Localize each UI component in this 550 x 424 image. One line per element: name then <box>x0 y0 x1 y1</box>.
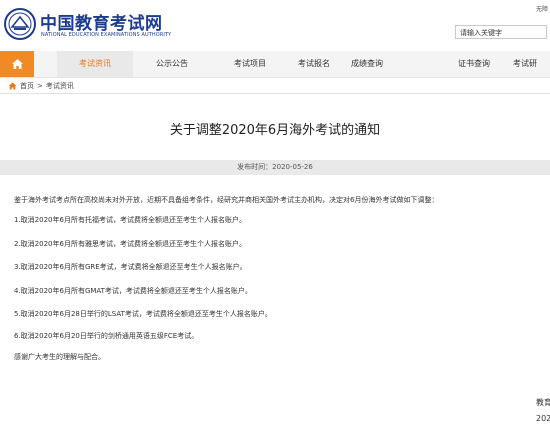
site-name-english: NATIONAL EDUCATION EXAMINATIONS AUTHORIT… <box>41 32 172 38</box>
breadcrumb-current[interactable]: 考试资讯 <box>46 81 74 91</box>
divider <box>0 93 550 94</box>
article-item: 2.取消2020年6月所有雅思考试，考试费将全额退还至考生个人报名账户。 <box>14 240 246 248</box>
nav-item-news[interactable]: 考试资讯 <box>57 51 133 77</box>
publish-date: 发布时间：2020-05-26 <box>0 160 550 175</box>
nav-item-announcements[interactable]: 公示公告 <box>134 51 210 77</box>
article-item: 3.取消2020年6月所有GRE考试，考试费将全额退还至考生个人报名账户。 <box>14 263 247 271</box>
signature-date: 202 <box>536 414 550 423</box>
nav-home-button[interactable] <box>0 51 34 77</box>
site-name[interactable]: 中国教育考试网 <box>40 9 163 34</box>
nav-item-research[interactable]: 考试研 <box>510 51 550 77</box>
breadcrumb-home-icon <box>8 82 17 90</box>
article-item: 5.取消2020年6月28日举行的LSAT考试，考试费将全额退还至考生个人报名账… <box>14 310 272 318</box>
article-item: 1.取消2020年6月所有托福考试，考试费将全额退还至考生个人报名账户。 <box>14 216 246 224</box>
logo-seal-icon <box>4 8 36 40</box>
article-item: 4.取消2020年6月所有GMAT考试，考试费将全额退还至考生个人报名账户。 <box>14 287 252 295</box>
accessibility-link[interactable]: 无障 <box>536 4 548 13</box>
site-header: 中国教育考试网 NATIONAL EDUCATION EXAMINATIONS … <box>0 0 550 48</box>
search-input[interactable]: 请输入关键字 <box>455 25 547 39</box>
breadcrumb: 首页 > 考试资讯 <box>8 80 74 92</box>
nav-item-certificate-query[interactable]: 证书查询 <box>436 51 512 77</box>
breadcrumb-separator: > <box>37 82 43 90</box>
article-item: 6.取消2020年6月20日举行的剑桥通用英语五级FCE考试。 <box>14 332 199 340</box>
article-title: 关于调整2020年6月海外考试的通知 <box>169 123 381 138</box>
home-icon <box>11 59 23 69</box>
breadcrumb-home-link[interactable]: 首页 <box>20 81 34 91</box>
signature-org: 教育 <box>536 398 550 407</box>
nav-item-score-query[interactable]: 成绩查询 <box>329 51 405 77</box>
article-closing: 感谢广大考生的理解与配合。 <box>14 353 105 361</box>
article-intro: 鉴于海外考试考点所在高校尚未对外开放，近期不具备组考条件，经研究并商相关国外考试… <box>14 196 439 204</box>
main-nav: 考试资讯 公示公告 考试项目 考试报名 成绩查询 证书查询 考试研 <box>0 51 550 78</box>
